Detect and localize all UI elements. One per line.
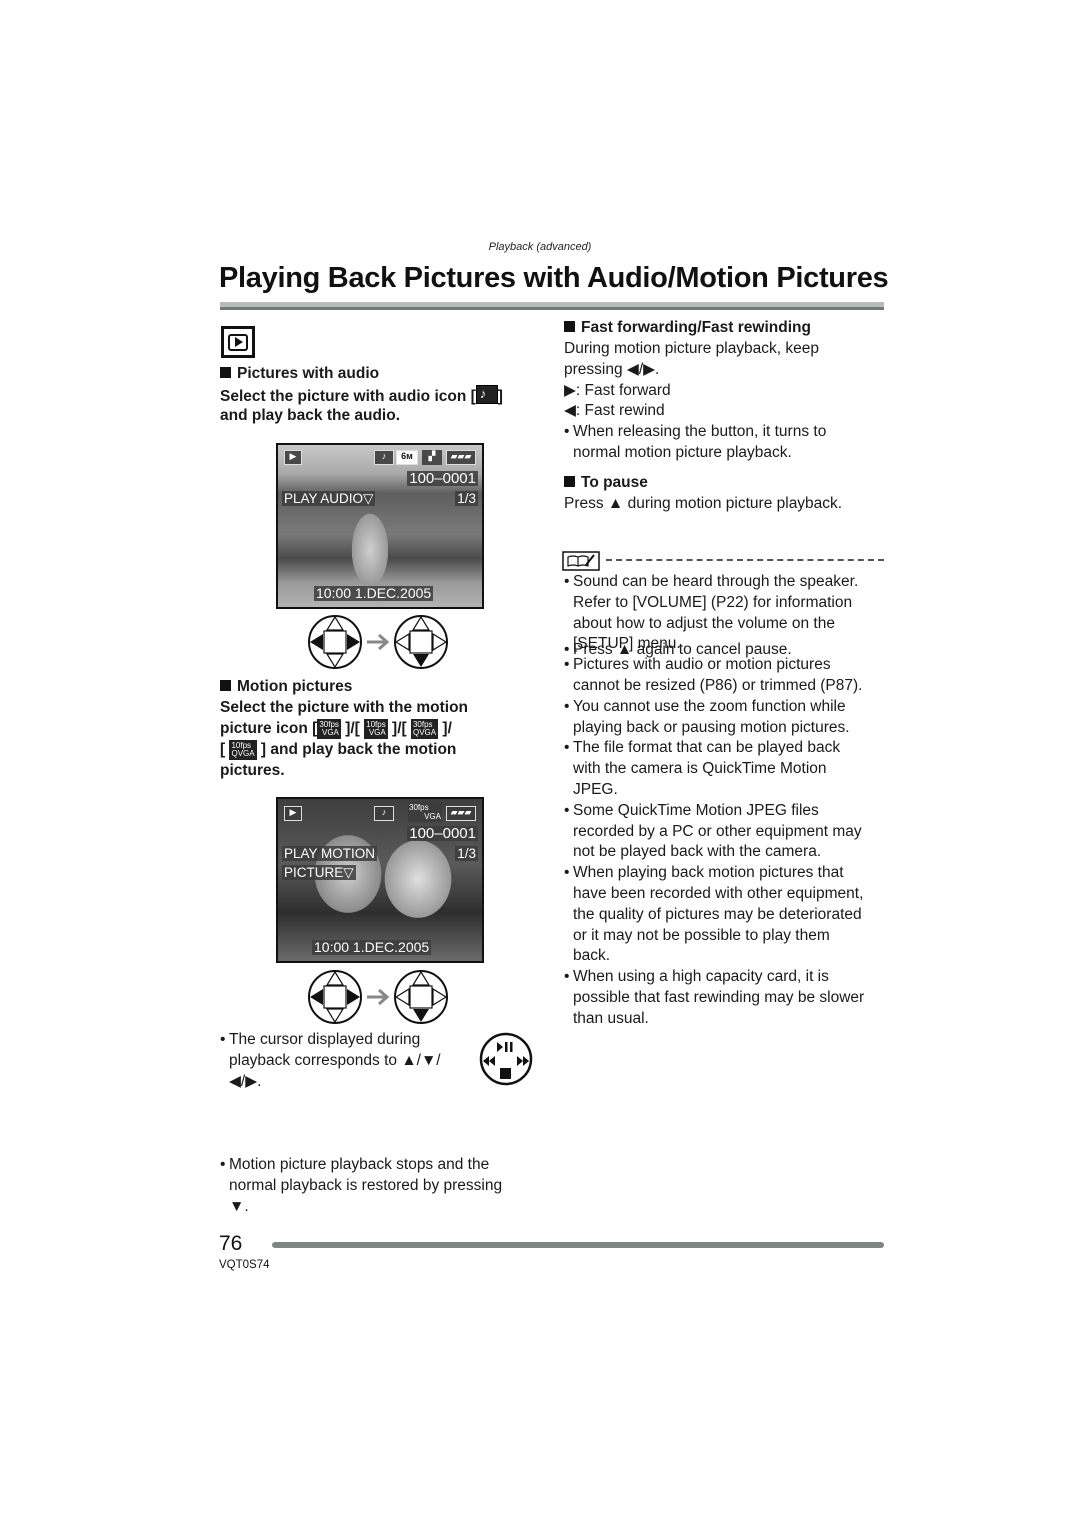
note-item: When playing back motion pictures thatha…: [564, 863, 894, 967]
page-title: Playing Back Pictures with Audio/Motion …: [219, 262, 889, 294]
note-cursor: The cursor displayed during playback cor…: [220, 1030, 489, 1092]
arrow-right-icon: [367, 633, 390, 651]
image-counter: 1/3: [455, 491, 478, 506]
audio-icon: ♪: [374, 806, 394, 821]
play-icon: ▶: [284, 806, 302, 821]
section-square-icon: [220, 367, 231, 378]
arrow-right-icon: [367, 988, 390, 1006]
10fps-vga-icon: 10fps VGA: [364, 719, 388, 739]
cursor-diagram-motion: [308, 970, 448, 1024]
note-separator: [606, 559, 884, 561]
lcd-screen-audio: ▶ ♪ 6м ▞ ▰▰▰ 100–0001 PLAY AUDIO▽ 1/3 10…: [276, 443, 484, 609]
date-time: 10:00 1.DEC.2005: [312, 939, 432, 955]
pause-section-heading: To pause: [564, 473, 889, 494]
note-item: When using a high capacity card, it ispo…: [564, 967, 894, 1029]
play-audio-prompt: PLAY AUDIO▽: [282, 491, 376, 506]
fast-forward-label: ▶: Fast forward: [564, 381, 671, 399]
note-book-icon: [562, 551, 600, 571]
note-item: Pictures with audio or motion picturesca…: [564, 655, 894, 697]
note-item: Some QuickTime Motion JPEG filesrecorded…: [564, 801, 894, 863]
note-item: You cannot use the zoom function whilepl…: [564, 697, 894, 739]
audio-instruction: Select the picture with audio icon [♪]: [220, 385, 503, 405]
10fps-qvga-icon: 10fps QVGA: [229, 740, 257, 760]
section-square-icon: [564, 476, 575, 487]
motion-section-heading: Motion pictures: [220, 677, 540, 698]
battery-icon: ▰▰▰: [446, 806, 476, 821]
audio-section-heading: Pictures with audio: [220, 364, 540, 385]
play-icon: ▶: [284, 450, 302, 465]
motion-instruction-line1: Select the picture with the motion: [220, 699, 469, 716]
note-item: Sound can be heard through the speaker.R…: [564, 572, 894, 655]
page-number: 76: [219, 1232, 243, 1255]
play-motion-prompt-line2: PICTURE▽: [282, 865, 356, 880]
30fps-vga-icon: 30fps VGA: [317, 719, 341, 739]
document-code: VQT0S74: [219, 1259, 270, 1271]
quality-icon: ▞: [422, 450, 442, 465]
file-number: 100–0001: [407, 470, 478, 487]
play-motion-prompt: PLAY MOTION: [282, 846, 378, 861]
battery-icon: ▰▰▰: [446, 450, 476, 465]
section-square-icon: [220, 680, 231, 691]
dpad-down-icon: [394, 615, 448, 669]
fast-rewind-label: ◀: Fast rewind: [564, 402, 665, 420]
note-playback-stop: Motion picture playback stops and the no…: [220, 1155, 549, 1217]
audio-icon: ♪: [374, 450, 394, 465]
section-square-icon: [564, 321, 575, 332]
ff-section-heading: Fast forwarding/Fast rewinding: [564, 318, 889, 339]
ff-instructions: During motion picture playback, keep pre…: [564, 339, 889, 464]
motion-instruction-line3: [ 10fps QVGA ] and play back the motion: [220, 740, 457, 760]
title-underline-bar: [220, 302, 884, 310]
notes-list: Sound can be heard through the speaker.R…: [564, 572, 894, 1030]
lcd-screen-motion: ▶ ♪ 30fps VGA ▰▰▰ 100–0001 PLAY MOTION PI…: [276, 797, 484, 963]
dpad-left-right-icon: [308, 615, 362, 669]
playback-mode-icon: [221, 326, 255, 358]
pause-instruction: Press ▲ during motion picture playback.: [564, 495, 843, 512]
date-time: 10:00 1.DEC.2005: [314, 585, 434, 601]
playback-control-icon: [479, 1032, 533, 1086]
dpad-down-icon: [394, 970, 448, 1024]
30fps-qvga-icon: 30fps QVGA: [410, 719, 439, 739]
motion-instruction-line2: picture icon [30fps VGA ]/[ 10fps VGA ]/[ …: [220, 719, 452, 739]
cursor-diagram-audio: [308, 615, 448, 669]
file-number: 100–0001: [407, 825, 478, 842]
image-counter: 1/3: [455, 846, 478, 861]
ff-note: When releasing the button, it turns to n…: [564, 422, 889, 464]
audio-icon: ♪: [475, 385, 498, 404]
picture-size-icon: 6м: [396, 450, 418, 465]
motion-instruction-line4: pictures.: [220, 762, 285, 779]
dpad-left-right-icon: [308, 970, 362, 1024]
motion-mode-icon: 30fps VGA: [408, 802, 442, 822]
section-label: Playback (advanced): [488, 241, 592, 253]
note-item: The file format that can be played backw…: [564, 738, 894, 800]
footer-bar: [272, 1242, 884, 1248]
audio-instruction-line2: and play back the audio.: [220, 407, 401, 424]
